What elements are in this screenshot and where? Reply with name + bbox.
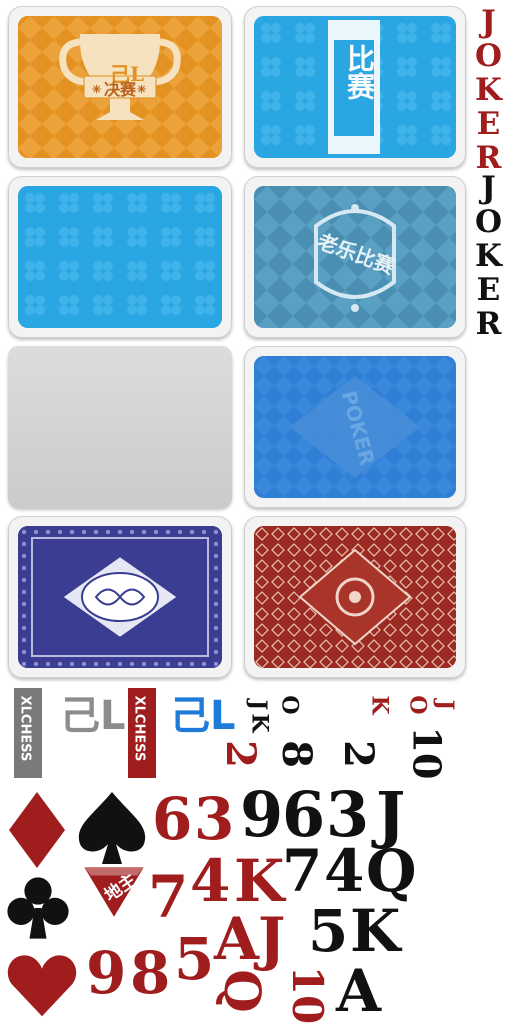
- red-rank-K: K: [234, 847, 285, 915]
- black-rank-4: 4: [324, 837, 365, 905]
- ornament-icon: [18, 526, 222, 668]
- black-rank-K: K: [350, 897, 401, 965]
- red-rank-10-rotated: 10: [283, 965, 333, 1025]
- xlchess-red-text: XLCHESS: [131, 695, 147, 762]
- final-banner-text: 决赛: [104, 80, 137, 99]
- xl-blue-logo: 己L: [170, 693, 236, 739]
- red-rank-4: 4: [190, 847, 231, 915]
- red-rank-9: 9: [86, 939, 127, 1007]
- match-text: 比赛: [343, 44, 376, 100]
- red-rank-7: 7: [148, 863, 189, 931]
- poker-card-back[interactable]: POKER: [244, 346, 466, 508]
- red-joker-label: JOKER: [470, 4, 507, 174]
- classic-blue-card-back[interactable]: [8, 516, 232, 678]
- xlchess-gray-text: XLCHESS: [17, 695, 33, 762]
- spade-icon: [78, 792, 146, 864]
- classic-red-card-back[interactable]: [244, 516, 466, 678]
- black-rank-5: 5: [308, 897, 349, 965]
- match-vertical-text: 比赛: [343, 44, 376, 100]
- black-jok-o: O: [276, 695, 303, 715]
- black-rank-2-rotated: 2: [334, 740, 382, 768]
- black-rank-A: A: [336, 957, 382, 1025]
- match-card-back[interactable]: 比赛: [244, 6, 466, 168]
- black-rank-9: 9: [240, 778, 284, 851]
- trophy-card-back[interactable]: 己L 决赛 ✳ ✳: [8, 6, 232, 168]
- clover-pattern-icon: [18, 186, 222, 328]
- red-rank-2-rotated: 2: [216, 740, 264, 768]
- red-rank-5: 5: [174, 925, 215, 993]
- xlchess-red-tag: XLCHESS: [128, 688, 156, 778]
- black-rank-7: 7: [282, 837, 323, 905]
- black-joker-label: JOKER: [470, 170, 507, 340]
- red-rank-Q-rotated: Q: [212, 969, 272, 1013]
- heart-icon: [7, 955, 77, 1017]
- xlchess-gray-tag: XLCHESS: [14, 688, 42, 778]
- red-rank-6: 6: [152, 785, 193, 853]
- red-jok-j: J: [432, 699, 459, 711]
- red-rank-A: A: [214, 905, 260, 973]
- star-left-icon: ✳: [92, 83, 102, 96]
- black-rank-10-rotated: 10: [404, 726, 450, 780]
- black-jok-j: J: [244, 699, 271, 711]
- arena-card-back[interactable]: 老乐比赛: [244, 176, 466, 338]
- red-joker-text: JOKER: [470, 4, 507, 174]
- diamond-icon: [9, 792, 65, 868]
- black-rank-8-rotated: 8: [272, 740, 320, 768]
- ornament-icon: [254, 526, 456, 668]
- red-rank-3: 3: [194, 785, 235, 853]
- black-jok-k: K: [246, 713, 273, 733]
- blank-gray-card-back[interactable]: [8, 346, 232, 508]
- xl-gray-logo: 己L: [60, 693, 126, 739]
- black-joker-text: JOKER: [470, 170, 507, 340]
- star-right-icon: ✳: [137, 83, 147, 96]
- red-rank-J: J: [258, 905, 286, 973]
- club-icon: [7, 877, 69, 939]
- red-rank-8: 8: [130, 939, 171, 1007]
- red-jok-k: K: [366, 695, 393, 715]
- red-jok-o: O: [404, 695, 431, 715]
- black-rank-Q: Q: [366, 837, 417, 905]
- plain-blue-card-back[interactable]: [8, 176, 232, 338]
